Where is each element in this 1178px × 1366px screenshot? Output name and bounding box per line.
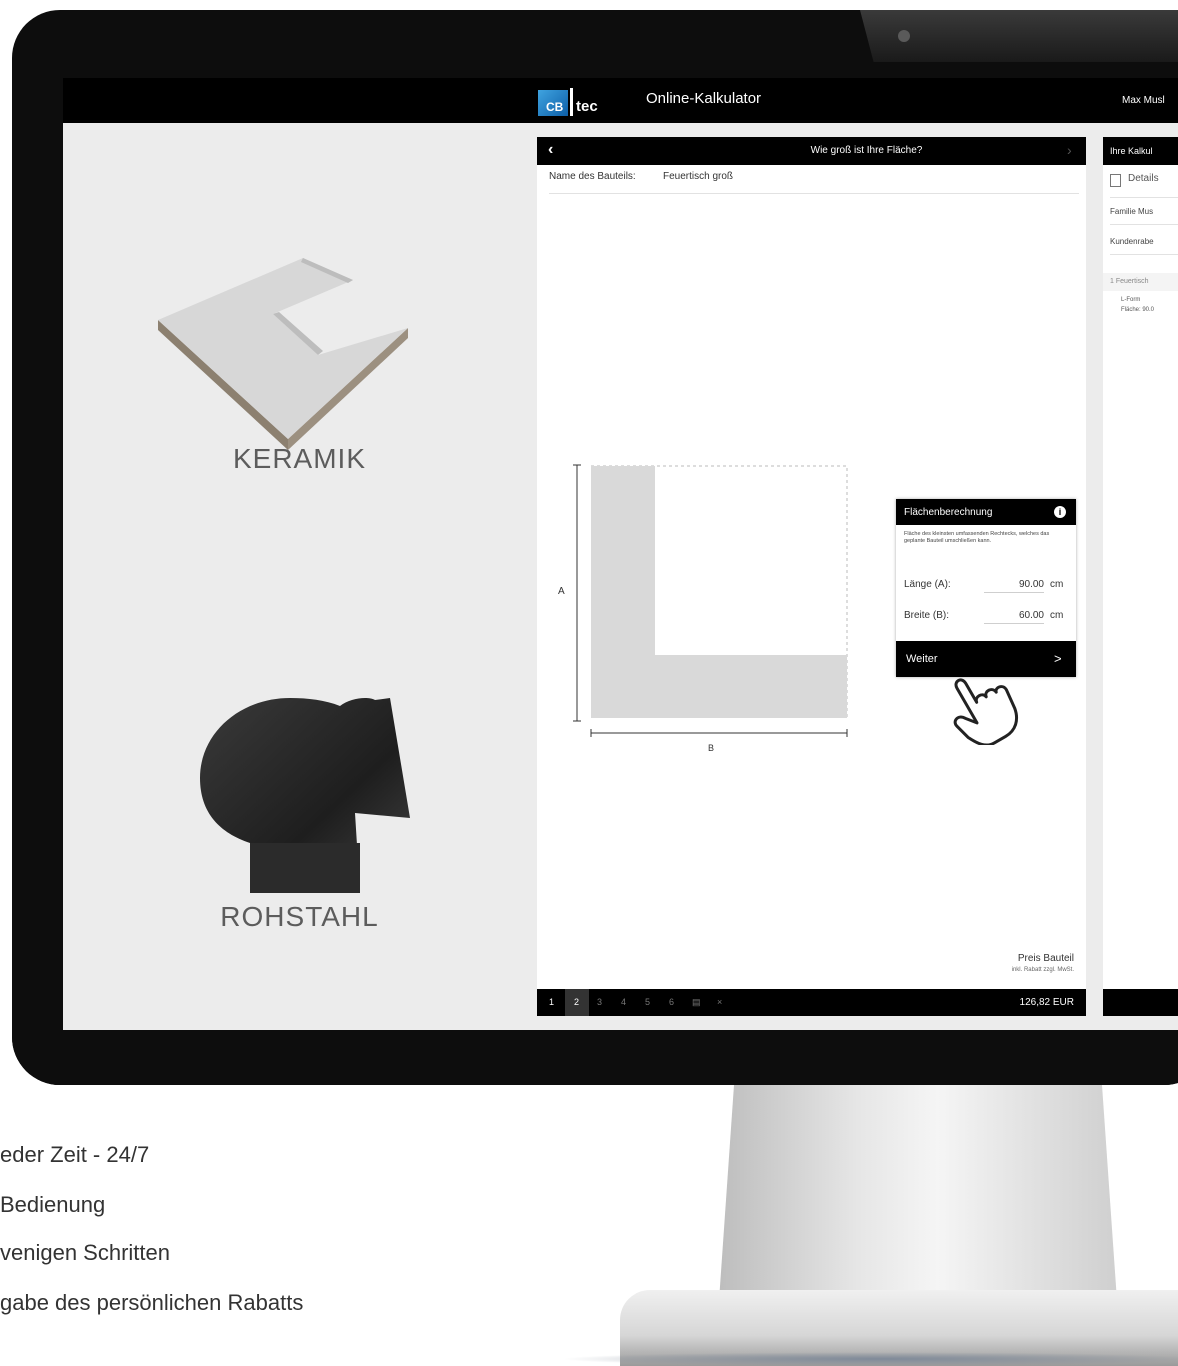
feature-item: gabe des persönlichen Rabatts	[0, 1290, 304, 1315]
step-1[interactable]: 1	[549, 997, 554, 1007]
summary-header: Ihre Kalkul	[1103, 137, 1178, 165]
summary-item-area: Fläche: 90.0	[1121, 307, 1155, 313]
customer-discount: Kundenrabe	[1110, 237, 1178, 255]
monitor-chin	[12, 1030, 1178, 1085]
summary-item[interactable]: 1 Feuertisch	[1103, 273, 1178, 291]
step-3[interactable]: 3	[597, 997, 602, 1007]
user-name[interactable]: Max Musl	[1122, 95, 1165, 106]
feature-item: eder Zeit - 24/7	[0, 1142, 150, 1167]
camera-icon	[898, 30, 910, 42]
close-icon[interactable]: ×	[717, 997, 722, 1007]
width-row: Breite (B): 60.00 cm	[904, 610, 1068, 632]
price-value: 126,82 EUR	[1019, 997, 1074, 1008]
length-row: Länge (A): 90.00 cm	[904, 579, 1068, 601]
app-title: Online-Kalkulator	[646, 90, 762, 107]
keramik-image[interactable]	[153, 258, 413, 458]
area-calculation-box: Flächenberechnung i Fläche des kleinsten…	[896, 499, 1076, 677]
calculator-icon[interactable]: ▤	[692, 997, 701, 1008]
area-calculation-title: Flächenberechnung	[904, 507, 993, 518]
step-4[interactable]: 4	[621, 997, 626, 1007]
weiter-label: Weiter	[906, 653, 938, 665]
width-label: Breite (B):	[904, 610, 950, 621]
monitor-shadow	[560, 1352, 1178, 1366]
price-label: Preis Bauteil	[1017, 953, 1074, 964]
info-icon[interactable]: i	[1054, 506, 1066, 518]
price-note: inkl. Rabatt zzgl. MwSt.	[1011, 967, 1074, 973]
details-label: Details	[1128, 173, 1159, 184]
length-input[interactable]: 90.00	[984, 579, 1044, 593]
step-bar: 1 2 3 4 5 6 ▤ × 126,82 EUR	[537, 989, 1086, 1016]
feature-item: Bedienung	[0, 1192, 106, 1217]
cbtec-logo: CB tec	[538, 86, 620, 118]
length-label: Länge (A):	[904, 579, 951, 590]
width-unit: cm	[1050, 610, 1064, 621]
step-2[interactable]: 2	[574, 997, 579, 1007]
top-bar: CB tec Online-Kalkulator Max Musl	[63, 78, 1178, 123]
monitor-stand	[718, 1085, 1118, 1315]
summary-item-form: L-Form	[1121, 297, 1141, 303]
summary-panel: Ihre Kalkul Details Familie Mus Kundenra…	[1103, 137, 1178, 1016]
chevron-right-icon: >	[1054, 651, 1062, 666]
dimension-a-label: A	[558, 586, 565, 597]
area-calculation-header: Flächenberechnung i	[896, 499, 1076, 525]
material-label-keramik[interactable]: KERAMIK	[63, 443, 536, 475]
dimension-b-label: B	[708, 743, 715, 753]
hand-cursor-icon	[953, 678, 1018, 745]
step-5[interactable]: 5	[645, 997, 650, 1007]
app-screen: CB tec Online-Kalkulator Max Musl KERAMI…	[63, 78, 1178, 1030]
summary-footer	[1103, 989, 1178, 1016]
step-6[interactable]: 6	[669, 997, 674, 1007]
area-calculation-description: Fläche des kleinsten umfassenden Rechtec…	[904, 531, 1050, 544]
width-input[interactable]: 60.00	[984, 610, 1044, 624]
rohstahl-image[interactable]	[200, 698, 420, 898]
summary-item-title: 1 Feuertisch	[1110, 278, 1149, 285]
feature-item: venigen Schritten	[0, 1240, 170, 1265]
length-unit: cm	[1050, 579, 1064, 590]
material-selection: KERAMIK ROHSTAHL	[63, 123, 536, 1030]
summary-title: Ihre Kalkul	[1110, 146, 1153, 156]
material-label-rohstahl[interactable]: ROHSTAHL	[63, 901, 536, 933]
details-button[interactable]: Details	[1110, 173, 1178, 198]
document-icon	[1110, 174, 1121, 187]
calculator-panel: ‹ Wie groß ist Ihre Fläche? › Name des B…	[537, 137, 1086, 1016]
customer-name: Familie Mus	[1110, 207, 1178, 225]
